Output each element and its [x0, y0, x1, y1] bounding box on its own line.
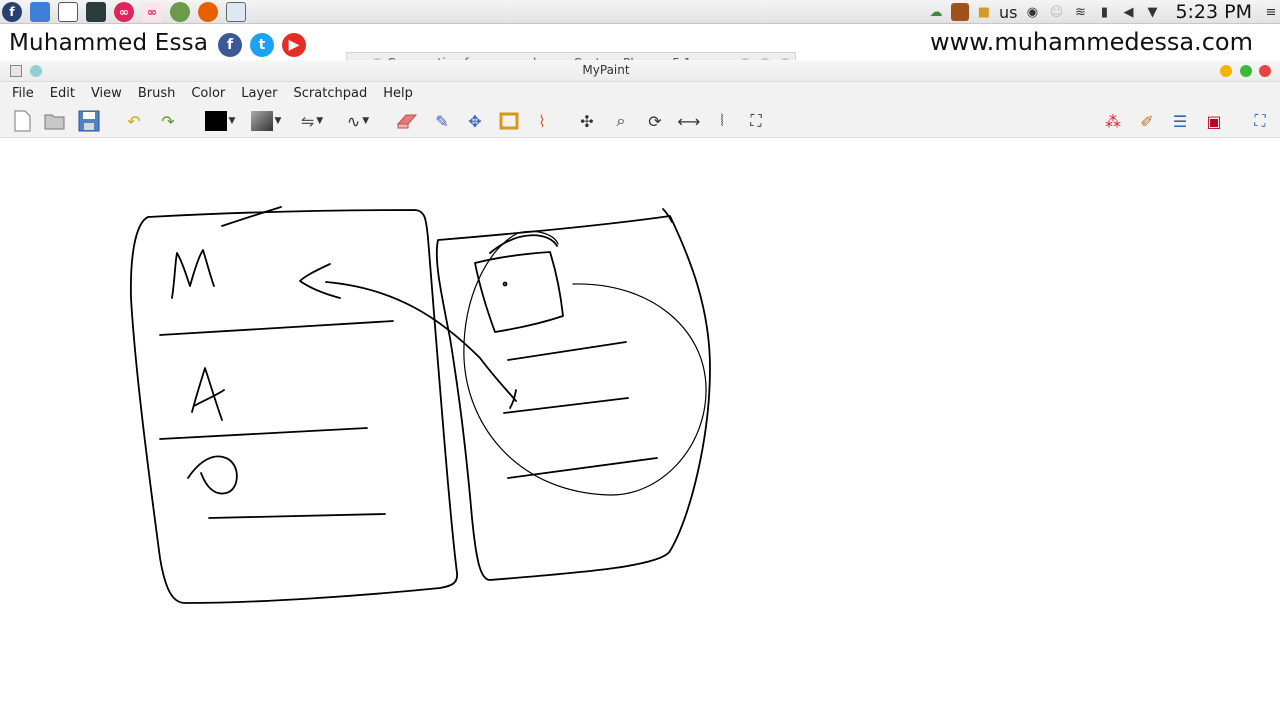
mirror-view-icon[interactable]: ⟷	[677, 110, 701, 132]
main-toolbar: ↶ ↷ ▼ ▼ ⇋ ▼ ∿ ▼ ✎ ✥ ⌇ ✣ ⌕ ⟳ ⟷ ⦚ ⛶ ⁂ ✐ ☰ ▣ …	[0, 104, 1280, 138]
save-icon[interactable]	[77, 110, 101, 132]
menu-file[interactable]: File	[4, 86, 42, 101]
reset-view-icon[interactable]: ⦚	[710, 110, 734, 132]
symmetry-icon[interactable]: ⌇	[530, 110, 554, 132]
brand-website: www.muhammedessa.com	[930, 28, 1253, 56]
right-line-1	[507, 341, 627, 361]
maximize-button[interactable]	[1240, 65, 1252, 77]
arrow-curve	[325, 281, 517, 402]
left-line-3	[208, 513, 386, 519]
fullscreen-icon[interactable]: ⛶	[1248, 110, 1272, 132]
right-line-3	[507, 457, 658, 479]
rotate-view-icon[interactable]: ⟳	[643, 110, 667, 132]
cloud-sync-icon[interactable]: ☁	[927, 3, 945, 21]
menu-scratchpad[interactable]: Scratchpad	[286, 86, 376, 101]
battery-icon[interactable]: ▮	[1095, 3, 1113, 21]
mypaint-icon[interactable]	[226, 1, 246, 22]
circle-stroke	[463, 230, 707, 496]
frame-icon[interactable]	[497, 110, 521, 132]
branding-strip: Muhammed Essa f t ▶ ∞ Genymotion for per…	[0, 24, 1280, 84]
stroke-icon[interactable]: ∿ ▼	[340, 110, 376, 132]
menu-view[interactable]: View	[83, 86, 130, 101]
redo-icon[interactable]: ↷	[156, 110, 180, 132]
firefox-icon[interactable]	[198, 1, 218, 22]
brand-name: Muhammed Essa	[9, 30, 209, 56]
letter-m	[171, 249, 215, 299]
pan-icon[interactable]: ✥	[463, 110, 487, 132]
system-monitor-icon[interactable]	[86, 1, 106, 22]
letter-a	[191, 367, 225, 421]
scratchpad-icon[interactable]: ▣	[1202, 110, 1226, 132]
accessibility-icon[interactable]: ◉	[1023, 3, 1041, 21]
window-titlebar[interactable]: MyPaint	[0, 60, 1280, 82]
zoom-view-icon[interactable]: ⌕	[609, 110, 633, 132]
minimize-button[interactable]	[1220, 65, 1232, 77]
menu-icon[interactable]: ≡	[1262, 3, 1280, 21]
arrow-above-square	[489, 234, 558, 254]
menu-edit[interactable]: Edit	[42, 86, 83, 101]
app-launcher: f ∞ ∞	[0, 0, 254, 24]
user-icon[interactable]: ☺	[1047, 3, 1065, 21]
files-icon[interactable]	[30, 1, 50, 22]
flickr-icon[interactable]: ∞	[142, 1, 162, 22]
arrow-head-left	[299, 263, 341, 299]
clock[interactable]: 5:23 PM	[1175, 1, 1252, 23]
twitter-icon: t	[250, 33, 274, 57]
left-line-2	[159, 427, 368, 440]
right-line-2	[503, 397, 629, 414]
youtube-icon: ▶	[282, 33, 306, 57]
small-square	[474, 251, 564, 333]
window-title: MyPaint	[582, 63, 630, 77]
tree-icon[interactable]	[170, 1, 190, 22]
close-button[interactable]	[1259, 65, 1271, 77]
app-indicator-icon[interactable]	[950, 3, 969, 21]
undo-icon[interactable]: ↶	[122, 110, 146, 132]
facebook-icon: f	[218, 33, 242, 57]
brush-settings-icon[interactable]: ▼	[248, 110, 284, 132]
layers-icon[interactable]: ☰	[1168, 110, 1192, 132]
menu-color[interactable]: Color	[183, 86, 233, 101]
open-folder-icon[interactable]	[43, 110, 67, 132]
keyboard-layout-indicator[interactable]: us	[999, 3, 1017, 22]
mode-icon[interactable]: ⇋ ▼	[294, 110, 330, 132]
left-card-stroke	[129, 209, 458, 604]
menu-help[interactable]: Help	[375, 86, 421, 101]
drawing-canvas[interactable]	[0, 138, 1280, 720]
menu-bar: File Edit View Brush Color Layer Scratch…	[0, 82, 1280, 104]
screenshot-icon[interactable]	[58, 1, 78, 22]
left-line-1	[159, 320, 394, 336]
menu-brush[interactable]: Brush	[130, 86, 184, 101]
genymotion-icon[interactable]: ∞	[114, 1, 134, 22]
canvas-drawing	[129, 206, 711, 604]
letter-o	[187, 455, 238, 495]
brush-icon[interactable]: ✐	[1135, 110, 1159, 132]
chevron-down-icon[interactable]: ▼	[1143, 3, 1161, 21]
menu-layer[interactable]: Layer	[233, 86, 285, 101]
system-tray: ☁ ■ us ◉ ☺ ≋ ▮ ◀ ▼ 5:23 PM ≡	[921, 0, 1280, 24]
color-palette-icon[interactable]: ⁂	[1101, 110, 1125, 132]
wifi-icon[interactable]: ≋	[1071, 3, 1089, 21]
right-card-stroke	[435, 215, 711, 581]
new-file-icon[interactable]	[10, 110, 34, 132]
fedora-icon[interactable]: f	[2, 1, 22, 22]
package-icon[interactable]: ■	[975, 3, 993, 21]
fit-view-icon[interactable]: ⛶	[744, 110, 768, 132]
small-dot	[502, 281, 508, 287]
pan-view-icon[interactable]: ✣	[575, 110, 599, 132]
volume-icon[interactable]: ◀	[1119, 3, 1137, 21]
color-picker-icon[interactable]: ✎	[430, 110, 454, 132]
left-card-top-stroke	[221, 206, 282, 227]
eraser-icon[interactable]	[395, 110, 419, 132]
system-top-panel: f ∞ ∞ ☁ ■ us ◉ ☺ ≋ ▮ ◀ ▼ 5:23 PM ≡	[0, 0, 1280, 24]
color-swatch-icon[interactable]: ▼	[202, 110, 238, 132]
